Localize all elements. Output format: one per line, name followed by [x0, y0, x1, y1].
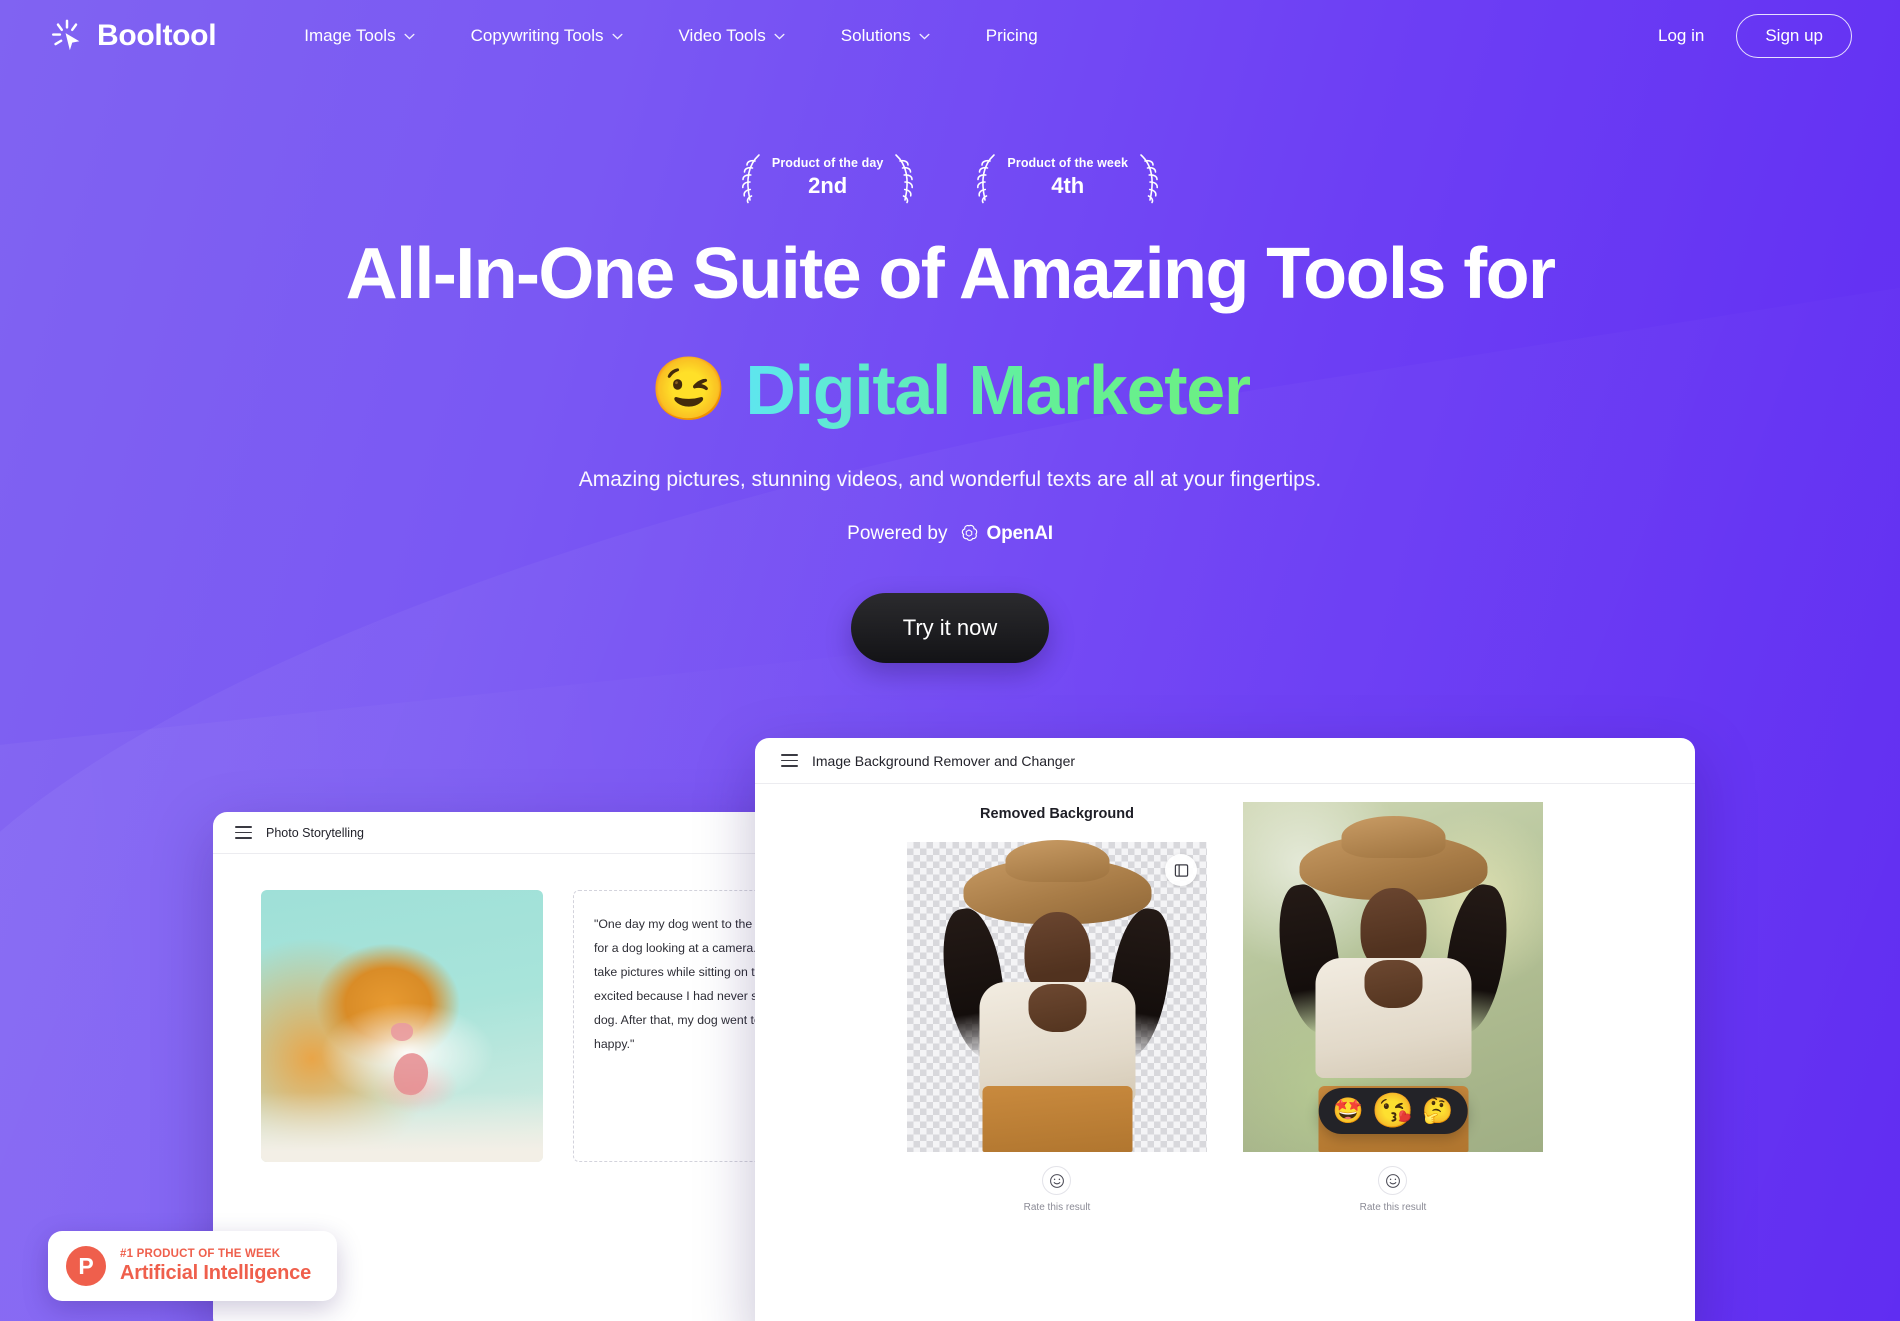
- award-badge-product-of-the-day: Product of the day 2nd: [738, 152, 918, 204]
- cat-nose-detail: [390, 1023, 413, 1042]
- powered-by-label: Powered by: [847, 523, 948, 545]
- left-rate-result-group: Rate this result: [1023, 1166, 1091, 1213]
- emoji-reaction-bar[interactable]: 🤩 😘 🤔: [1318, 1088, 1468, 1134]
- hands: [1028, 984, 1086, 1032]
- nav-item-video-tools[interactable]: Video Tools: [651, 16, 813, 56]
- nav-item-image-tools[interactable]: Image Tools: [276, 16, 442, 56]
- removed-background-panel: Removed Background Rate this result: [907, 806, 1207, 1213]
- product-hunt-logo-icon: P: [66, 1246, 106, 1286]
- award-rank: 2nd: [808, 173, 848, 199]
- laurel-right-icon: [889, 152, 917, 204]
- new-background-panel: 🤩 😘 🤔 Rate this result: [1243, 802, 1543, 1213]
- hero-subheadline: Amazing pictures, stunning videos, and w…: [578, 468, 1322, 492]
- skirt: [982, 1086, 1132, 1152]
- new-background-image[interactable]: 🤩 😘 🤔: [1243, 802, 1543, 1152]
- compare-split-icon[interactable]: [1165, 854, 1197, 886]
- cta-wrapper: Try it now: [0, 593, 1900, 664]
- removed-background-image[interactable]: [907, 842, 1207, 1152]
- product-hunt-eyebrow: #1 PRODUCT OF THE WEEK: [120, 1247, 281, 1260]
- nav-item-copywriting-tools[interactable]: Copywriting Tools: [443, 16, 651, 56]
- rate-this-result-label: Rate this result: [1023, 1202, 1091, 1213]
- chevron-down-icon: [404, 33, 415, 40]
- brand-name: Booltool: [97, 19, 217, 52]
- hamburger-icon[interactable]: [781, 754, 798, 767]
- page-title: All-In-One Suite of Amazing Tools for: [345, 234, 1556, 314]
- rotating-headline-row: 😉 Digital Marketer: [0, 350, 1900, 430]
- nav-item-label: Solutions: [840, 26, 911, 45]
- nav-item-label: Video Tools: [678, 26, 766, 45]
- hands: [1364, 960, 1422, 1008]
- cursor-click-icon: [48, 17, 86, 55]
- smiley-icon[interactable]: [1042, 1166, 1072, 1195]
- hero-section: Product of the day 2nd Product of the we…: [0, 0, 1900, 664]
- background-remover-body: Removed Background Rate this result 🤩 😘 …: [755, 784, 1695, 1213]
- laurel-left-icon: [973, 152, 1001, 204]
- smiley-icon[interactable]: [1378, 1166, 1408, 1195]
- brand-logo-link[interactable]: Booltool: [48, 17, 217, 55]
- background-remover-mockup: Image Background Remover and Changer Rem…: [755, 738, 1695, 1321]
- nav-actions: Log in Sign up: [1658, 14, 1852, 58]
- award-badge-product-of-the-week: Product of the week 4th: [973, 152, 1162, 204]
- panel-title: Removed Background: [980, 806, 1134, 822]
- subject-cutout: [935, 856, 1179, 1152]
- chevron-down-icon: [611, 33, 623, 40]
- chevron-down-icon: [774, 33, 785, 40]
- award-label: Product of the week: [1007, 156, 1129, 171]
- login-link[interactable]: Log in: [1658, 26, 1704, 46]
- cat-photo-thumbnail[interactable]: [261, 890, 543, 1162]
- award-label: Product of the day: [771, 156, 884, 171]
- cat-tongue-detail: [390, 1051, 431, 1098]
- nav-item-solutions[interactable]: Solutions: [813, 16, 958, 56]
- reaction-thinking-icon[interactable]: 🤔: [1422, 1098, 1453, 1124]
- nav-item-label: Copywriting Tools: [470, 26, 604, 45]
- signup-button[interactable]: Sign up: [1736, 14, 1852, 58]
- openai-wordmark: OpenAI: [986, 523, 1053, 545]
- nav-item-label: Image Tools: [304, 26, 396, 45]
- mockup-titlebar: Image Background Remover and Changer: [755, 738, 1695, 784]
- nav-item-pricing[interactable]: Pricing: [958, 16, 1066, 56]
- reaction-kissing-heart-icon[interactable]: 😘: [1372, 1094, 1414, 1128]
- nav-item-label: Pricing: [985, 26, 1038, 45]
- product-hunt-badge[interactable]: P #1 PRODUCT OF THE WEEK Artificial Inte…: [48, 1231, 338, 1301]
- hamburger-icon[interactable]: [235, 826, 252, 839]
- award-text: Product of the day 2nd: [770, 156, 886, 200]
- rate-this-result-label: Rate this result: [1359, 1202, 1427, 1213]
- openai-badge: OpenAI: [958, 523, 1053, 545]
- award-rank: 4th: [1051, 173, 1085, 199]
- right-rate-result-group: Rate this result: [1359, 1166, 1427, 1213]
- memoji-icon: 😉: [650, 355, 728, 425]
- top-navigation-bar: Booltool Image Tools Copywriting Tools V…: [0, 0, 1900, 72]
- reaction-star-struck-icon[interactable]: 🤩: [1333, 1098, 1364, 1124]
- openai-logo-icon: [958, 523, 980, 545]
- awards-row: Product of the day 2nd Product of the we…: [0, 152, 1900, 204]
- award-text: Product of the week 4th: [1005, 156, 1130, 200]
- laurel-right-icon: [1134, 152, 1162, 204]
- rotating-headline-word: Digital Marketer: [745, 351, 1251, 430]
- product-hunt-text: #1 PRODUCT OF THE WEEK Artificial Intell…: [120, 1248, 311, 1285]
- chevron-down-icon: [919, 33, 930, 40]
- product-hunt-title: Artificial Intelligence: [120, 1261, 312, 1284]
- try-it-now-button[interactable]: Try it now: [850, 593, 1050, 664]
- powered-by-row: Powered by OpenAI: [0, 523, 1900, 545]
- laurel-left-icon: [738, 152, 766, 204]
- mockup-title: Image Background Remover and Changer: [812, 752, 1076, 769]
- nav-links: Image Tools Copywriting Tools Video Tool…: [276, 16, 1065, 56]
- mockup-title: Photo Storytelling: [266, 825, 364, 840]
